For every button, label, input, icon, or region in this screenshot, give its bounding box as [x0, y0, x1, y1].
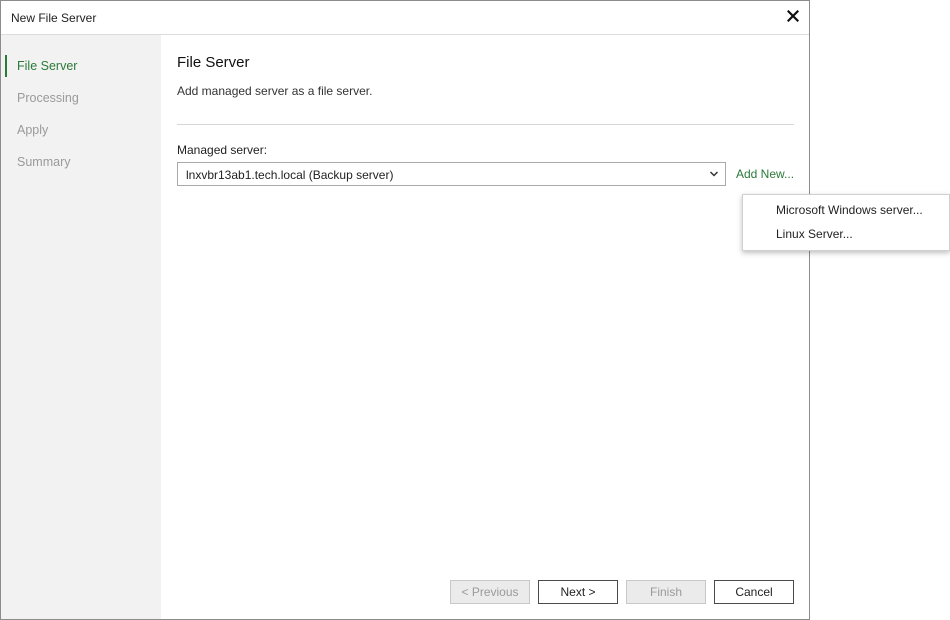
step-apply[interactable]: Apply — [5, 119, 161, 141]
page-title: File Server — [177, 54, 250, 71]
add-new-link[interactable]: Add New... — [736, 167, 794, 181]
page-subtitle: Add managed server as a file server. — [177, 84, 373, 98]
window-title: New File Server — [11, 11, 97, 25]
close-button[interactable] — [783, 6, 803, 26]
header-divider — [177, 124, 794, 125]
next-button[interactable]: Next > — [538, 580, 618, 604]
menu-item-microsoft-windows-server[interactable]: Microsoft Windows server... — [744, 198, 948, 222]
wizard-steps-sidebar: File Server Processing Apply Summary — [1, 35, 161, 619]
step-summary[interactable]: Summary — [5, 151, 161, 173]
step-file-server[interactable]: File Server — [5, 55, 161, 77]
cancel-button[interactable]: Cancel — [714, 580, 794, 604]
step-processing[interactable]: Processing — [5, 87, 161, 109]
finish-button[interactable]: Finish — [626, 580, 706, 604]
wizard-content: File Server Add managed server as a file… — [162, 35, 809, 619]
managed-server-label: Managed server: — [177, 143, 268, 157]
title-bar: New File Server — [1, 1, 809, 35]
chevron-down-icon — [707, 167, 721, 181]
close-icon — [787, 10, 799, 22]
managed-server-dropdown[interactable]: lnxvbr13ab1.tech.local (Backup server) — [177, 162, 726, 186]
previous-button[interactable]: < Previous — [450, 580, 530, 604]
add-new-menu: Microsoft Windows server... Linux Server… — [742, 194, 950, 251]
new-file-server-dialog: New File Server File Server Processing A… — [0, 0, 810, 620]
managed-server-value: lnxvbr13ab1.tech.local (Backup server) — [186, 168, 394, 182]
menu-item-linux-server[interactable]: Linux Server... — [744, 222, 948, 246]
